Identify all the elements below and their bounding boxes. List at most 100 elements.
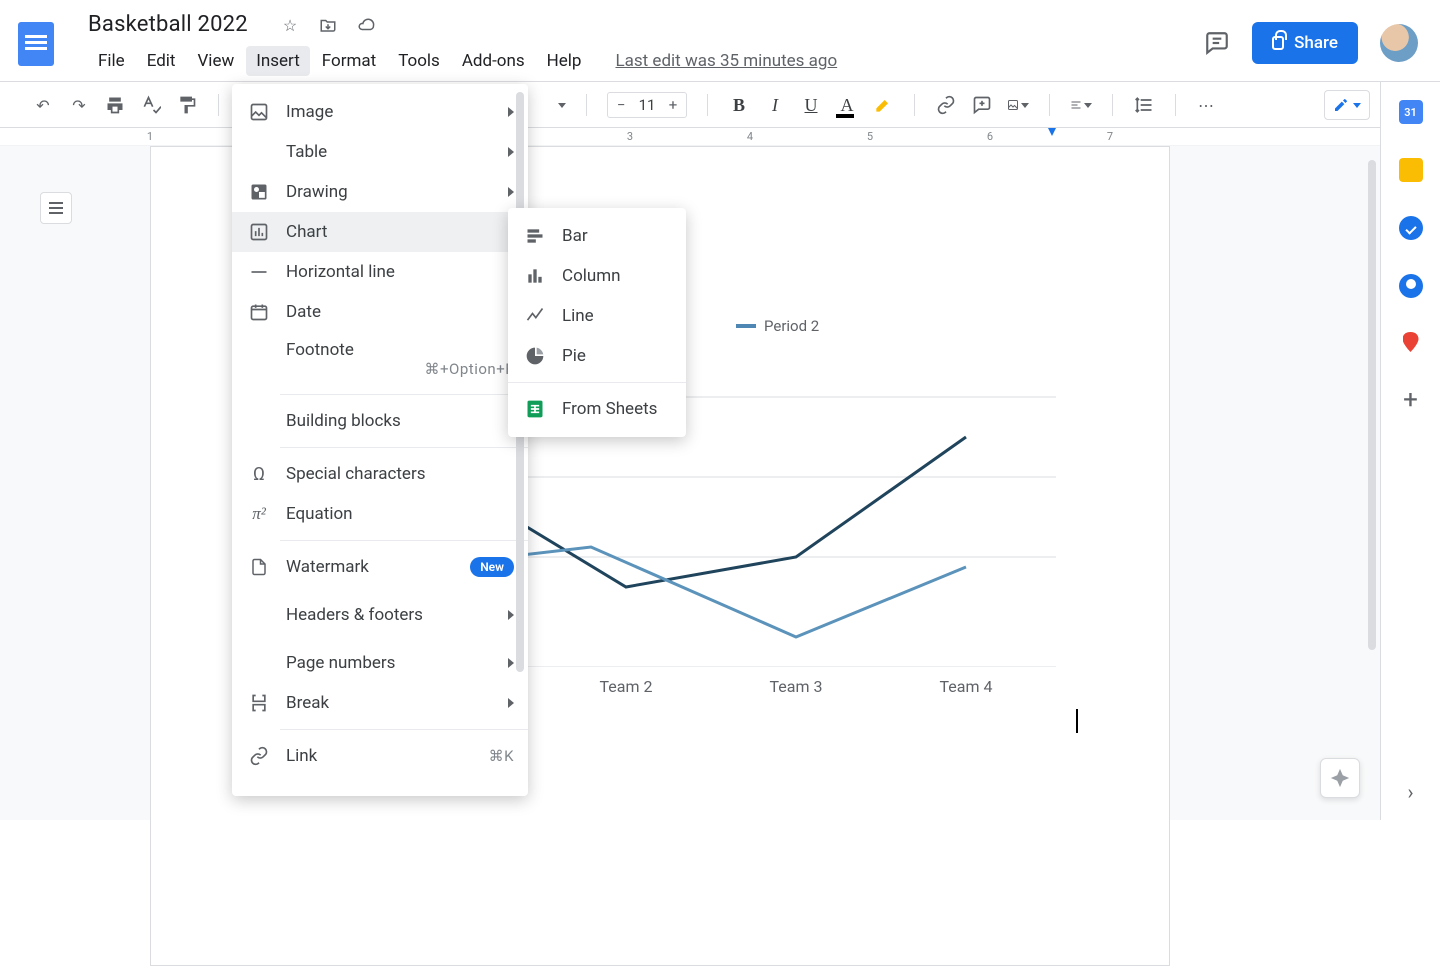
contacts-icon[interactable] xyxy=(1399,274,1423,298)
insert-hline[interactable]: Horizontal line xyxy=(232,252,528,292)
get-addons-icon[interactable]: + xyxy=(1399,390,1423,414)
insert-headers-label: Headers & footers xyxy=(286,605,423,625)
font-caret-icon[interactable] xyxy=(558,103,566,108)
editing-mode-button[interactable] xyxy=(1324,90,1370,120)
ruler[interactable]: 1 3 4 5 6 7 xyxy=(0,128,1440,146)
footnote-icon xyxy=(248,340,270,362)
add-comment-icon[interactable] xyxy=(971,94,993,116)
share-button[interactable]: Share xyxy=(1252,22,1358,64)
text-color-icon[interactable]: A xyxy=(836,94,858,116)
menu-tools[interactable]: Tools xyxy=(388,46,450,76)
menu-help[interactable]: Help xyxy=(537,46,592,76)
spellcheck-icon[interactable] xyxy=(140,94,162,116)
redo-icon[interactable]: ↷ xyxy=(68,94,90,116)
insert-headers-footers[interactable]: Headers & footers xyxy=(232,587,528,643)
chart-submenu: Bar Column Line Pie From Sheets xyxy=(508,208,686,437)
insert-link[interactable]: Link ⌘K xyxy=(232,736,528,776)
insert-table[interactable]: Table xyxy=(232,132,528,172)
ruler-indent-marker[interactable] xyxy=(1048,128,1056,136)
highlight-icon[interactable] xyxy=(872,94,894,116)
chart-from-sheets[interactable]: From Sheets xyxy=(508,389,686,429)
menu-addons[interactable]: Add-ons xyxy=(452,46,535,76)
star-icon[interactable]: ☆ xyxy=(280,15,300,35)
print-icon[interactable] xyxy=(104,94,126,116)
insert-building-blocks[interactable]: Building blocks xyxy=(232,401,528,441)
insert-watermark[interactable]: Watermark New xyxy=(232,547,528,587)
chart-line[interactable]: Line xyxy=(508,296,686,336)
image-icon xyxy=(248,101,270,123)
chart-bar[interactable]: Bar xyxy=(508,216,686,256)
menu-format[interactable]: Format xyxy=(312,46,386,76)
insert-footnote[interactable]: Footnote ⌘+Option+F xyxy=(232,332,528,388)
calendar-icon[interactable] xyxy=(1399,100,1423,124)
insert-date-label: Date xyxy=(286,302,321,322)
insert-image-icon[interactable] xyxy=(1007,94,1029,116)
submenu-arrow-icon xyxy=(508,107,514,117)
chart-column[interactable]: Column xyxy=(508,256,686,296)
submenu-arrow-icon xyxy=(508,610,514,620)
chart-pie-label: Pie xyxy=(562,346,586,366)
chart-icon xyxy=(248,221,270,243)
move-icon[interactable] xyxy=(318,15,338,35)
line-chart-icon xyxy=(524,305,546,327)
insert-page-numbers[interactable]: Page numbers xyxy=(232,643,528,683)
x-tick: Team 4 xyxy=(940,677,993,696)
new-badge: New xyxy=(470,557,514,577)
blocks-icon xyxy=(248,410,270,432)
maps-icon[interactable] xyxy=(1399,332,1423,356)
decrease-font-button[interactable]: − xyxy=(608,96,634,114)
last-edit-link[interactable]: Last edit was 35 minutes ago xyxy=(615,51,837,71)
font-size-value[interactable]: 11 xyxy=(634,96,660,114)
insert-table-label: Table xyxy=(286,142,327,162)
align-icon[interactable] xyxy=(1070,94,1092,116)
link-icon xyxy=(248,745,270,767)
menu-view[interactable]: View xyxy=(187,46,244,76)
insert-date[interactable]: Date xyxy=(232,292,528,332)
insert-break-label: Break xyxy=(286,693,329,713)
account-avatar[interactable] xyxy=(1380,24,1418,62)
more-icon[interactable]: ⋯ xyxy=(1196,94,1218,116)
insert-image[interactable]: Image xyxy=(232,92,528,132)
tasks-icon[interactable] xyxy=(1399,216,1423,240)
omega-icon: Ω xyxy=(248,463,270,485)
x-tick: Team 2 xyxy=(600,677,653,696)
chart-bar-label: Bar xyxy=(562,226,588,246)
cloud-status-icon[interactable] xyxy=(356,15,376,35)
paint-format-icon[interactable] xyxy=(176,94,198,116)
font-size-box[interactable]: − 11 + xyxy=(607,92,687,118)
italic-icon[interactable]: I xyxy=(764,94,786,116)
explore-button[interactable] xyxy=(1320,758,1360,798)
doc-header: Basketball 2022 ☆ File Edit View Insert … xyxy=(0,0,1440,82)
insert-chart[interactable]: Chart xyxy=(232,212,528,252)
insert-drawing[interactable]: Drawing xyxy=(232,172,528,212)
ruler-tick: 7 xyxy=(1107,130,1113,143)
pagenum-icon xyxy=(248,652,270,674)
keep-icon[interactable] xyxy=(1399,158,1423,182)
line-spacing-icon[interactable] xyxy=(1133,94,1155,116)
increase-font-button[interactable]: + xyxy=(660,96,686,114)
hide-panel-icon[interactable]: › xyxy=(1407,780,1413,804)
comments-icon[interactable] xyxy=(1204,30,1230,56)
bar-chart-icon xyxy=(524,225,546,247)
menu-edit[interactable]: Edit xyxy=(137,46,186,76)
bold-icon[interactable]: B xyxy=(728,94,750,116)
outline-toggle-button[interactable] xyxy=(40,192,72,224)
scrollbar[interactable] xyxy=(1368,160,1376,650)
doc-title[interactable]: Basketball 2022 xyxy=(88,12,248,37)
insert-special-chars[interactable]: Ω Special characters xyxy=(232,454,528,494)
drawing-icon xyxy=(248,181,270,203)
insert-equation[interactable]: π² Equation xyxy=(232,494,528,534)
ruler-tick: 4 xyxy=(747,130,753,143)
insert-hline-label: Horizontal line xyxy=(286,262,395,282)
menu-insert[interactable]: Insert xyxy=(246,46,310,76)
menu-bar: File Edit View Insert Format Tools Add-o… xyxy=(88,46,837,76)
docs-logo-icon[interactable] xyxy=(18,22,54,66)
underline-icon[interactable]: U xyxy=(800,94,822,116)
menu-file[interactable]: File xyxy=(88,46,135,76)
insert-break[interactable]: Break xyxy=(232,683,528,723)
insert-link-icon[interactable] xyxy=(935,94,957,116)
hline-icon xyxy=(248,261,270,283)
insert-drawing-label: Drawing xyxy=(286,182,348,202)
undo-icon[interactable]: ↶ xyxy=(32,94,54,116)
chart-pie[interactable]: Pie xyxy=(508,336,686,376)
